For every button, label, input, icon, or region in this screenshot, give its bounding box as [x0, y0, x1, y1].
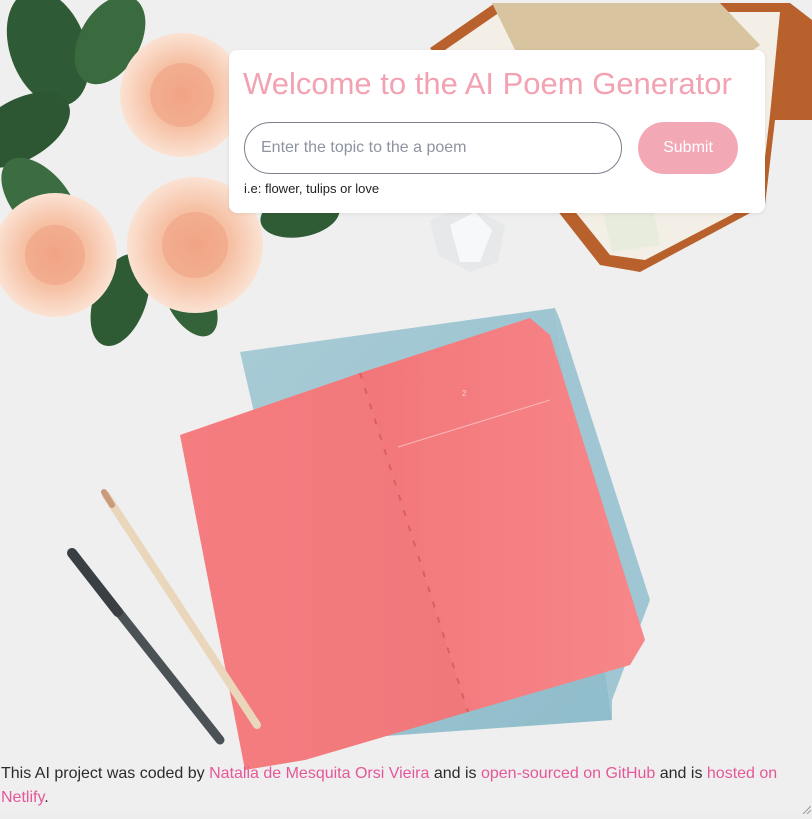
footer-text-coded-by: This AI project was coded by [1, 765, 205, 782]
page-title: Welcome to the AI Poem Generator [243, 66, 732, 101]
page-number: 2 [462, 389, 467, 398]
github-link[interactable]: open-sourced on GitHub [481, 765, 655, 782]
footer-period: . [44, 789, 49, 806]
footer-text-and-is-2: and is [659, 765, 703, 782]
footer-text-and-is: and is [433, 765, 477, 782]
submit-button[interactable]: Submit [638, 122, 738, 174]
poem-generator-card: Welcome to the AI Poem Generator Submit … [229, 50, 765, 213]
author-link[interactable]: Natalia de Mesquita Orsi Vieira [209, 765, 429, 782]
footer: This AI project was coded by Natalia de … [1, 762, 809, 810]
topic-input[interactable] [244, 122, 622, 174]
resize-grip-icon[interactable] [801, 801, 812, 815]
input-hint: i.e: flower, tulips or love [244, 181, 380, 196]
